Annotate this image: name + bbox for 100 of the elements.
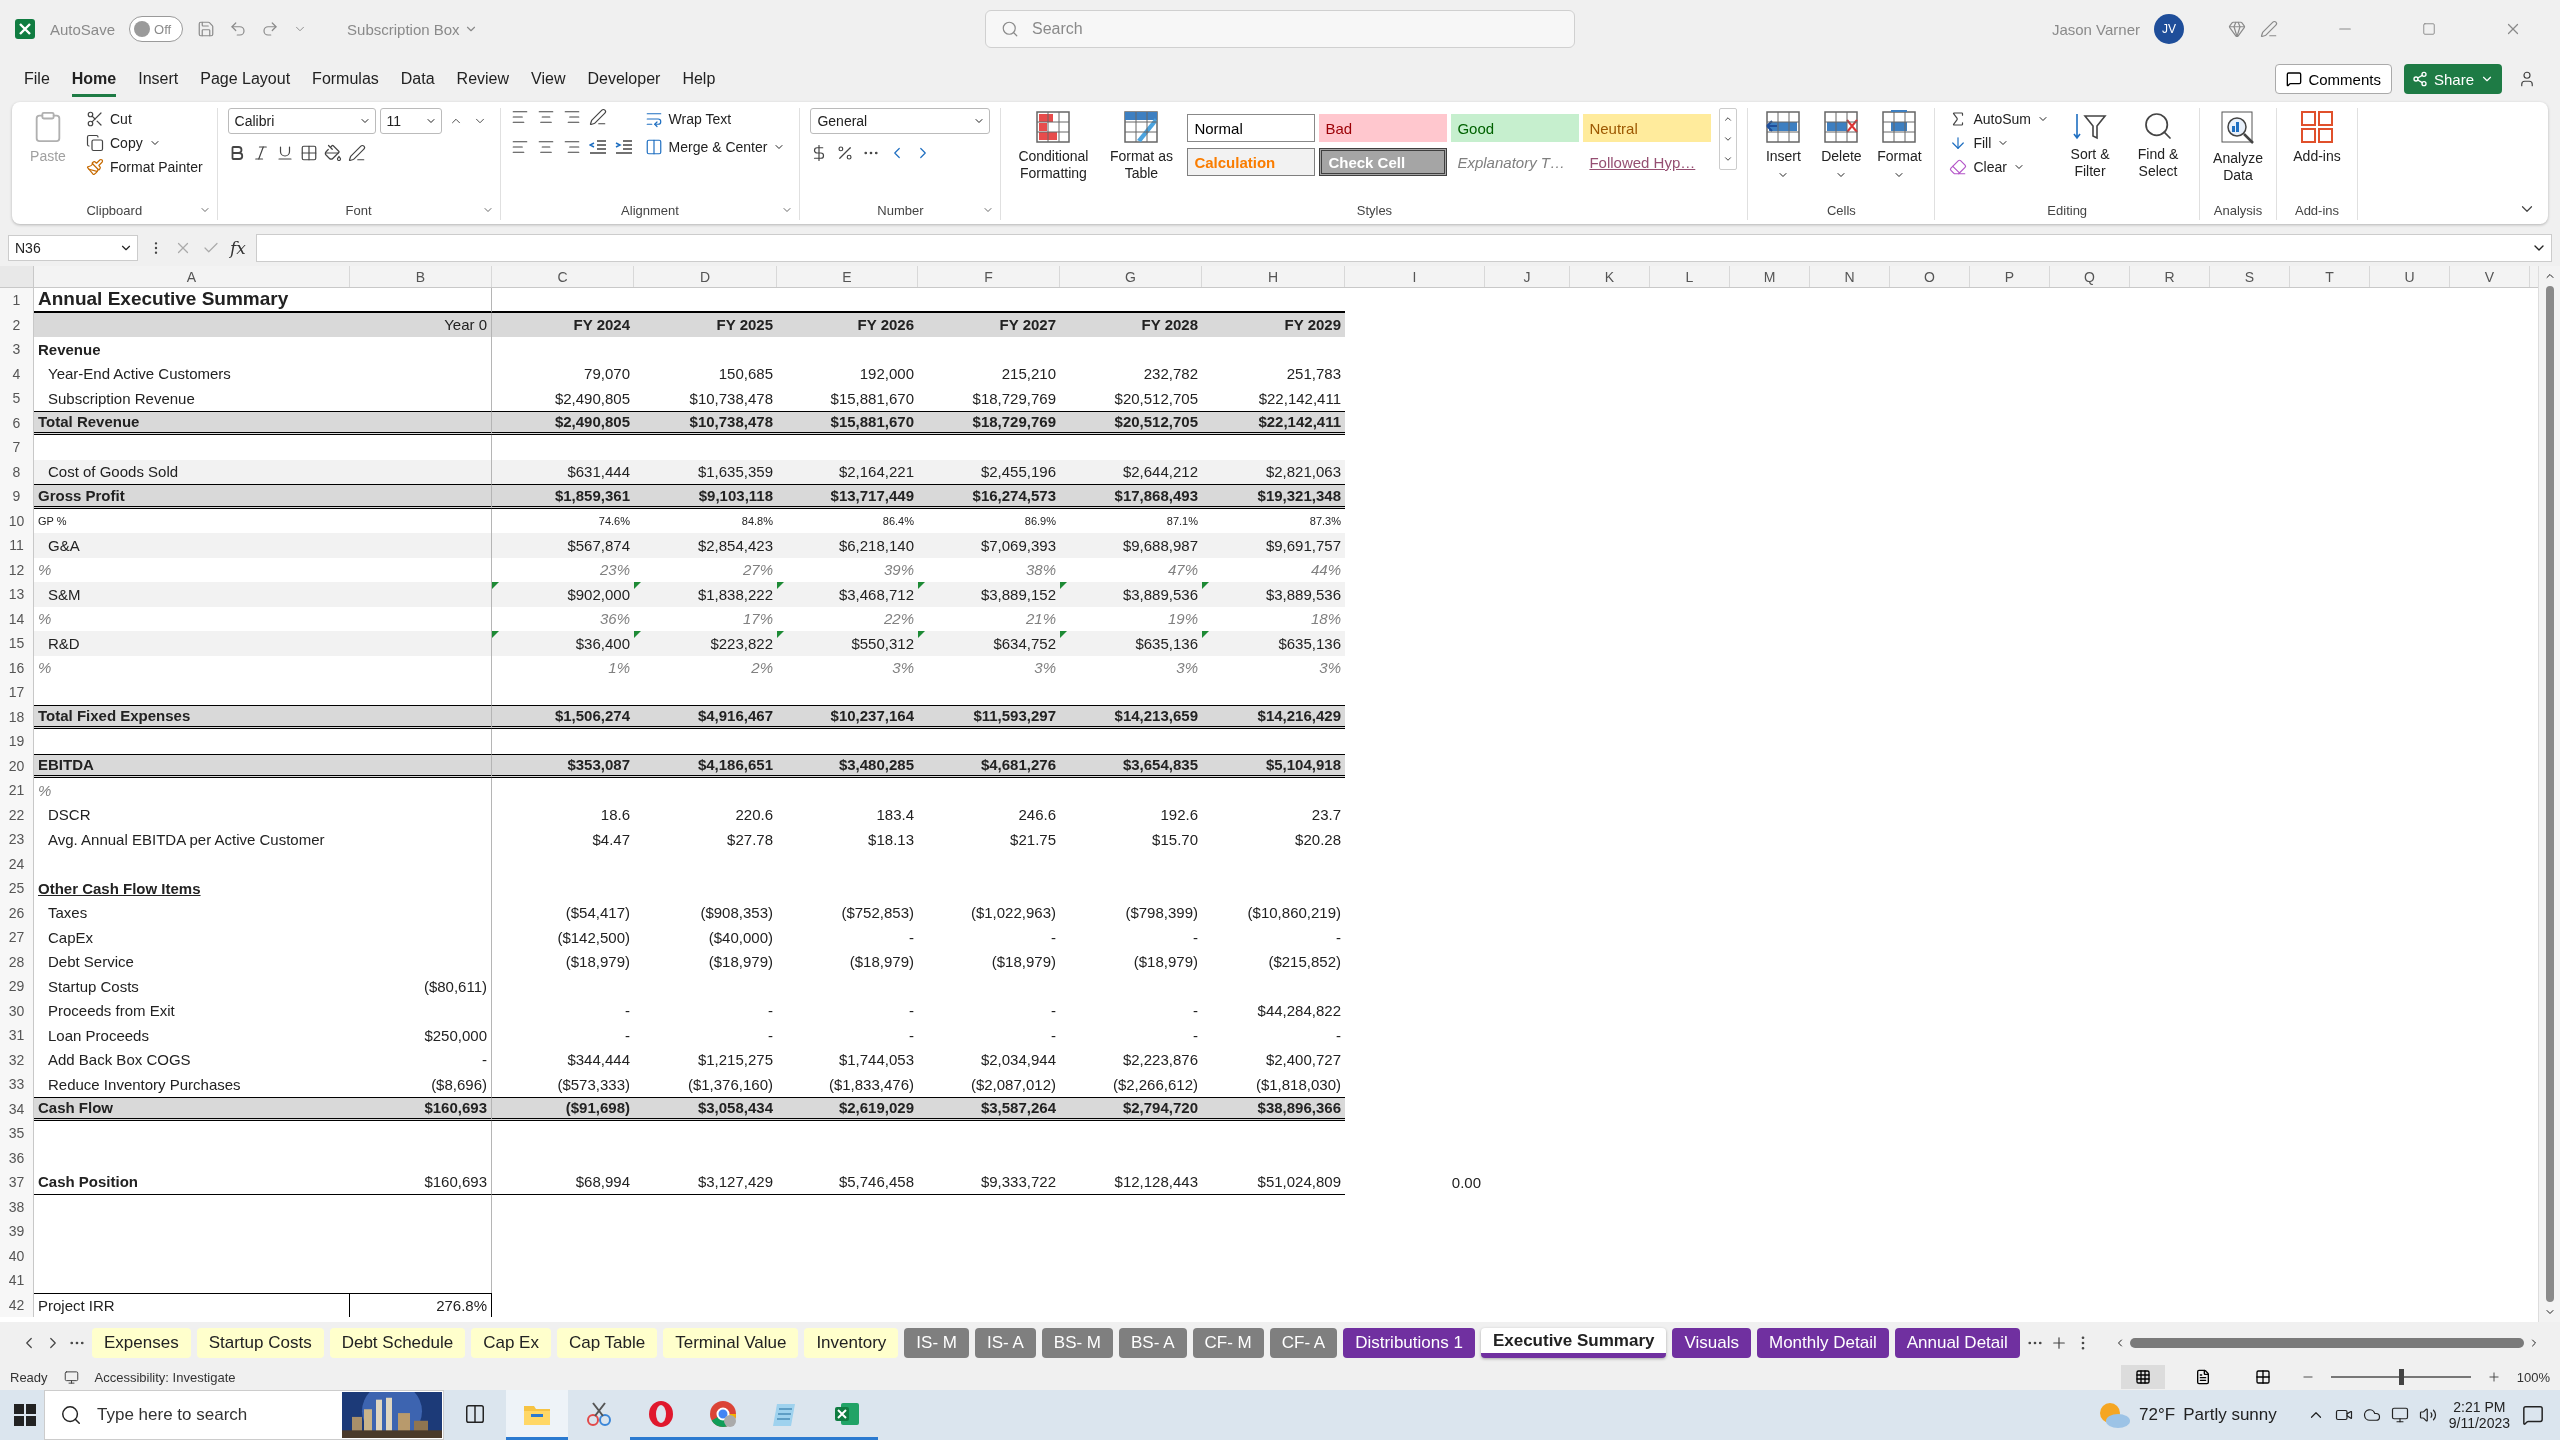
redo-icon[interactable]: [261, 20, 280, 38]
row-header[interactable]: 16: [0, 655, 34, 680]
align-center-icon[interactable]: [536, 138, 555, 156]
menu-tab[interactable]: Help: [682, 61, 716, 97]
accessibility-status[interactable]: Accessibility: Investigate: [94, 1369, 236, 1385]
row-header[interactable]: 30: [0, 998, 34, 1023]
clear-button[interactable]: Clear: [1945, 156, 2053, 178]
error-indicator-icon[interactable]: [1060, 631, 1067, 638]
share-button[interactable]: Share: [2403, 64, 2502, 94]
menu-tab[interactable]: Insert: [138, 61, 179, 97]
error-indicator-icon[interactable]: [777, 631, 784, 638]
row-header[interactable]: 37: [0, 1170, 34, 1195]
row-header[interactable]: 2: [0, 312, 34, 337]
sheet-tab[interactable]: Terminal Value: [663, 1328, 799, 1358]
undo-icon[interactable]: [229, 20, 248, 38]
column-header[interactable]: V: [2450, 266, 2530, 287]
top-align-icon[interactable]: [510, 108, 529, 126]
copy-button[interactable]: Copy: [82, 132, 207, 154]
network-icon[interactable]: [2390, 1406, 2409, 1424]
sheet-tab[interactable]: CF- A: [1269, 1328, 1338, 1358]
column-header[interactable]: K: [1570, 266, 1650, 287]
row-header[interactable]: 27: [0, 925, 34, 950]
row-header[interactable]: 20: [0, 753, 34, 778]
row-header[interactable]: 42: [0, 1292, 34, 1317]
row-header[interactable]: 14: [0, 606, 34, 631]
row-header[interactable]: 35: [0, 1121, 34, 1146]
row-header[interactable]: 28: [0, 949, 34, 974]
column-header[interactable]: A: [34, 266, 350, 287]
error-indicator-icon[interactable]: [777, 582, 784, 589]
save-icon[interactable]: [197, 20, 216, 38]
fill-color-icon[interactable]: [323, 144, 342, 162]
row-header[interactable]: 8: [0, 459, 34, 484]
row-header[interactable]: 38: [0, 1194, 34, 1219]
find-select-button[interactable]: Find & Select: [2127, 108, 2189, 182]
volume-icon[interactable]: [2418, 1406, 2437, 1424]
column-header[interactable]: F: [918, 266, 1060, 287]
error-indicator-icon[interactable]: [492, 631, 499, 638]
font-size-field[interactable]: 11: [379, 108, 442, 134]
decrease-indent-icon[interactable]: [588, 139, 607, 155]
row-header[interactable]: 13: [0, 582, 34, 607]
column-header[interactable]: D: [634, 266, 777, 287]
error-indicator-icon[interactable]: [918, 582, 925, 589]
column-header[interactable]: J: [1485, 266, 1570, 287]
column-header[interactable]: N: [1810, 266, 1890, 287]
sheet-tab[interactable]: Visuals: [1672, 1328, 1751, 1358]
row-header[interactable]: 9: [0, 484, 34, 509]
align-left-icon[interactable]: [510, 138, 529, 156]
error-indicator-icon[interactable]: [1202, 631, 1209, 638]
column-header[interactable]: P: [1970, 266, 2050, 287]
menu-tab[interactable]: Review: [456, 61, 510, 97]
add-ins-button[interactable]: Add-ins: [2287, 108, 2347, 167]
number-format-field[interactable]: General: [810, 108, 991, 134]
increase-indent-icon[interactable]: [614, 139, 633, 155]
sheet-tab[interactable]: Executive Summary: [1480, 1328, 1667, 1358]
row-header[interactable]: 40: [0, 1243, 34, 1268]
search-field[interactable]: Search: [985, 10, 1575, 48]
cut-button[interactable]: Cut: [82, 108, 207, 130]
row-header[interactable]: 32: [0, 1047, 34, 1072]
zoom-in-icon[interactable]: [2486, 1370, 2501, 1384]
sheet-tab[interactable]: Expenses: [92, 1328, 191, 1358]
error-indicator-icon[interactable]: [1060, 582, 1067, 589]
pen-icon[interactable]: [2260, 20, 2278, 38]
sheet-tab[interactable]: CF- M: [1192, 1328, 1264, 1358]
conditional-formatting-button[interactable]: Conditional Formatting: [1011, 108, 1096, 184]
row-header[interactable]: 19: [0, 729, 34, 754]
column-header[interactable]: S: [2210, 266, 2290, 287]
row-header[interactable]: 4: [0, 361, 34, 386]
row-header[interactable]: 11: [0, 533, 34, 558]
column-header[interactable]: U: [2370, 266, 2450, 287]
cell-style[interactable]: Good: [1451, 114, 1580, 142]
column-header[interactable]: O: [1890, 266, 1970, 287]
menu-tab[interactable]: Formulas: [312, 61, 379, 97]
error-indicator-icon[interactable]: [1202, 582, 1209, 589]
row-header[interactable]: 1: [0, 288, 34, 313]
borders-icon[interactable]: [299, 144, 318, 162]
format-as-table-button[interactable]: Format as Table: [1103, 108, 1180, 184]
row-header[interactable]: 5: [0, 386, 34, 411]
column-header[interactable]: G: [1060, 266, 1202, 287]
clock[interactable]: 2:21 PM 9/11/2023: [2448, 1399, 2510, 1431]
cell-style[interactable]: Bad: [1319, 114, 1448, 142]
notifications-icon[interactable]: [2522, 1404, 2544, 1426]
cell-style[interactable]: Explanatory T…: [1451, 148, 1580, 176]
sheet-tab[interactable]: BS- M: [1041, 1328, 1114, 1358]
user-avatar[interactable]: JV: [2154, 14, 2184, 44]
cell-style[interactable]: Followed Hyp…: [1583, 148, 1712, 176]
row-header[interactable]: 15: [0, 631, 34, 656]
delete-button[interactable]: Delete: [1816, 108, 1867, 183]
column-header[interactable]: I: [1345, 266, 1485, 287]
fill-button[interactable]: Fill: [1945, 132, 2053, 154]
cell-style[interactable]: Neutral: [1583, 114, 1712, 142]
analyze-data-button[interactable]: Analyze Data: [2210, 108, 2266, 186]
menu-tab[interactable]: Home: [71, 61, 117, 97]
zoom-level[interactable]: 100%: [2516, 1369, 2550, 1385]
column-header[interactable]: M: [1730, 266, 1810, 287]
column-header[interactable]: B: [350, 266, 492, 287]
row-header[interactable]: 29: [0, 974, 34, 999]
row-header[interactable]: 26: [0, 900, 34, 925]
taskbar-app[interactable]: [506, 1390, 568, 1440]
column-header[interactable]: E: [777, 266, 918, 287]
menu-tab[interactable]: Developer: [587, 61, 661, 97]
